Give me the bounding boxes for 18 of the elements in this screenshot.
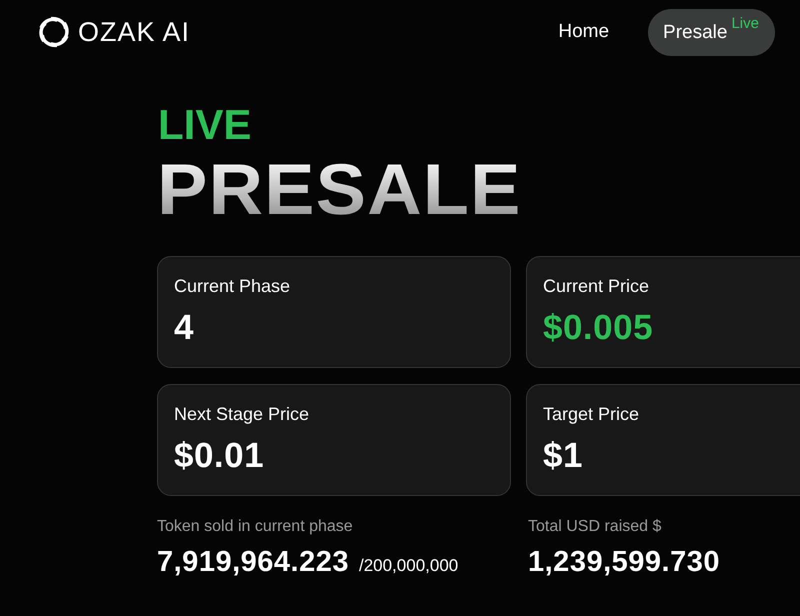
card-value: $0.005 — [543, 308, 654, 348]
card-label: Next Stage Price — [174, 404, 310, 425]
stat-label: Total USD raised $ — [528, 518, 662, 536]
card-value: 4 — [174, 308, 195, 348]
card-label: Current Phase — [174, 276, 292, 297]
nav-link[interactable]: Presale Live — [648, 8, 775, 56]
stat-value: 7,919,964.223 — [157, 546, 349, 579]
live-label: Live — [731, 14, 759, 32]
card-label: Current Price — [543, 276, 650, 297]
brand-name: OZAK AI — [78, 18, 190, 46]
stat-total: /200,000,000 — [358, 556, 458, 576]
card-label: Target Price — [543, 404, 640, 425]
stat-value: 1,239,599.730 — [528, 546, 720, 579]
card-value: $0.01 — [174, 436, 266, 476]
nav-link[interactable]: Home — [545, 9, 622, 55]
card-value: $1 — [543, 436, 584, 476]
live-label: LIVE — [158, 104, 252, 146]
stat-label: Token sold in current phase — [157, 518, 354, 536]
